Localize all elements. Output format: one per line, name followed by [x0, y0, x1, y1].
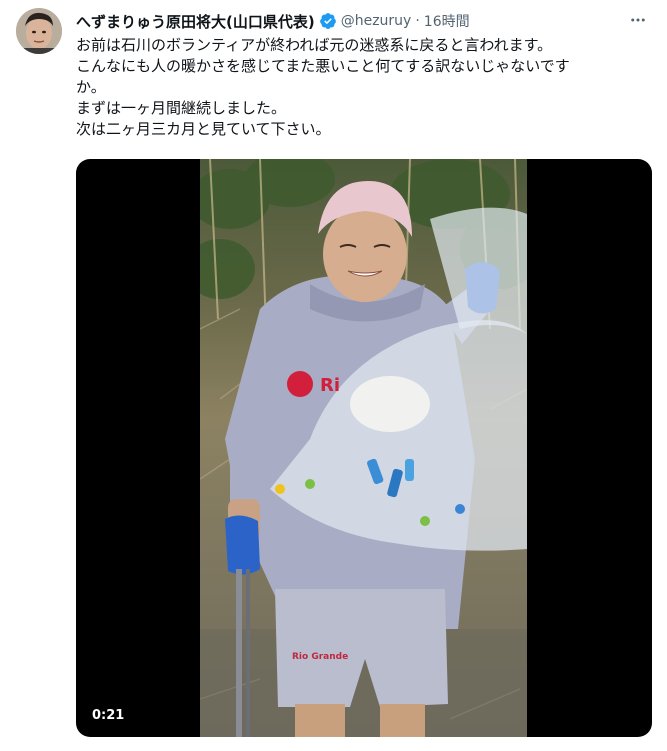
tweet-header: へずまりゅう原田将大(山口県代表) @hezuruy · 16時間: [76, 10, 647, 32]
author-name[interactable]: へずまりゅう原田将大(山口県代表): [76, 11, 315, 32]
tweet: へずまりゅう原田将大(山口県代表) @hezuruy · 16時間 お前は石川の…: [0, 0, 667, 751]
shorts-logo-text: Rio Grande: [292, 652, 348, 662]
tweet-text-line: こんなにも人の暖かさを感じてまた悪いこと何てする訳ないじゃないです: [76, 57, 570, 75]
avatar-photo: [16, 8, 62, 54]
shirt-logo-text: Ri: [320, 375, 340, 396]
more-horizontal-icon[interactable]: [627, 11, 649, 29]
verified-badge-icon: [319, 12, 337, 30]
tweet-timestamp[interactable]: 16時間: [424, 11, 470, 31]
author-avatar[interactable]: [16, 8, 62, 54]
separator-dot: ·: [415, 13, 420, 29]
tweet-text-line: か。: [76, 78, 106, 96]
tweet-text-line: お前は石川のボランティアが終われば元の迷惑系に戻ると言われます。: [76, 36, 553, 54]
video-player[interactable]: Ri Rio Grande 0:21: [76, 159, 652, 737]
tweet-text-line: まずは一ヶ月間継続しました。: [76, 99, 287, 117]
video-frame: Ri Rio Grande: [200, 159, 527, 737]
video-duration: 0:21: [92, 708, 125, 723]
video-still-image: Ri Rio Grande: [200, 159, 527, 737]
author-handle[interactable]: @hezuruy: [341, 13, 412, 29]
tweet-text: お前は石川のボランティアが終われば元の迷惑系に戻ると言われます。 こんなにも人の…: [76, 35, 646, 140]
tweet-text-line: 次は二ヶ月三カ月と見ていて下さい。: [76, 120, 331, 138]
